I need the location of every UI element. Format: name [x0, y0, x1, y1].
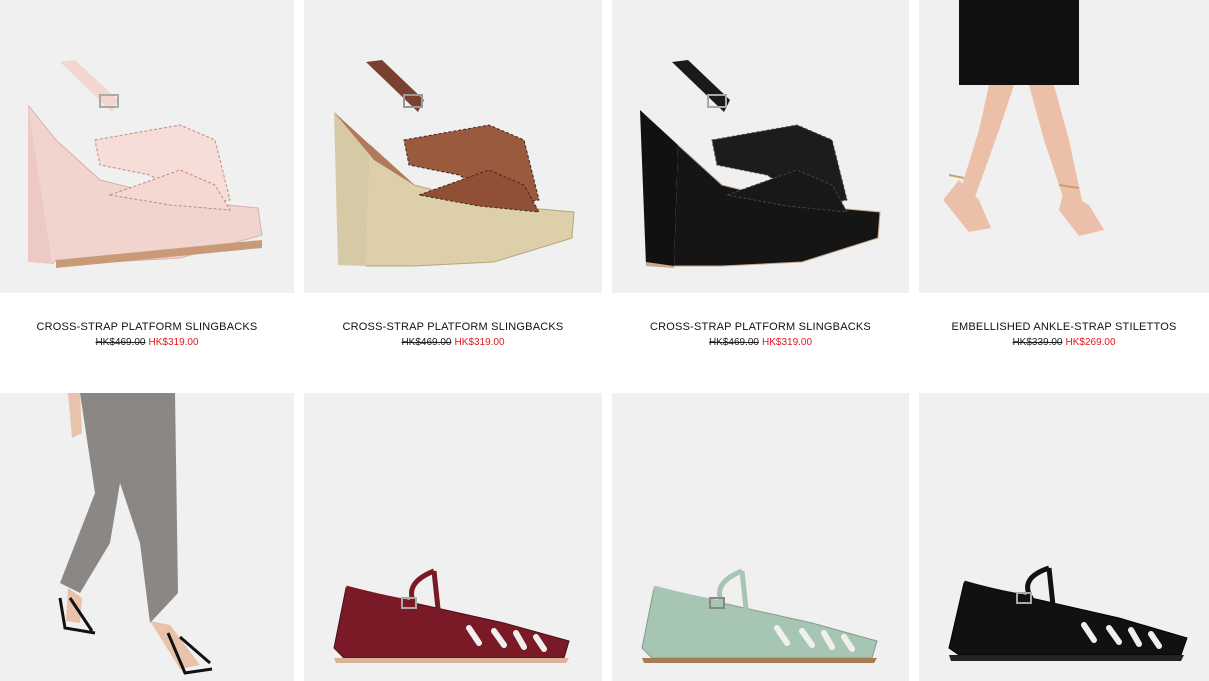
- original-price: HK$469.00: [95, 337, 146, 348]
- black-platform-sandal-image: [640, 60, 881, 268]
- product-card[interactable]: CROSS-STRAP PLATFORM SLINGBACKS HK$469.0…: [0, 0, 294, 381]
- product-image[interactable]: [304, 0, 602, 293]
- original-price: HK$339.00: [1012, 337, 1063, 348]
- product-card[interactable]: [612, 393, 909, 681]
- model-wearing-clear-stilettos-image: [943, 0, 1104, 236]
- product-card[interactable]: CROSS-STRAP PLATFORM SLINGBACKS HK$469.0…: [612, 0, 909, 381]
- product-price: HK$469.00 HK$319.00: [304, 337, 602, 348]
- product-image[interactable]: [919, 0, 1209, 293]
- sale-price: HK$319.00: [762, 337, 813, 348]
- original-price: HK$469.00: [401, 337, 452, 348]
- sale-price: HK$319.00: [148, 337, 199, 348]
- product-title[interactable]: CROSS-STRAP PLATFORM SLINGBACKS: [612, 321, 909, 333]
- product-price: HK$469.00 HK$319.00: [0, 337, 294, 348]
- product-title[interactable]: EMBELLISHED ANKLE-STRAP STILETTOS: [919, 321, 1209, 333]
- blush-pink-platform-sandal-image: [27, 60, 263, 268]
- sale-price: HK$269.00: [1065, 337, 1116, 348]
- product-price: HK$469.00 HK$319.00: [612, 337, 909, 348]
- product-card[interactable]: [919, 393, 1209, 681]
- brown-platform-sandal-image: [334, 60, 575, 267]
- product-image[interactable]: [612, 0, 909, 293]
- product-card[interactable]: [304, 393, 602, 681]
- black-caged-flat-image: [948, 565, 1188, 661]
- burgundy-caged-flat-image: [333, 568, 570, 663]
- product-image[interactable]: [304, 393, 602, 681]
- product-image[interactable]: [612, 393, 909, 681]
- product-title[interactable]: CROSS-STRAP PLATFORM SLINGBACKS: [0, 321, 294, 333]
- product-card[interactable]: [0, 393, 294, 681]
- model-wearing-black-ankle-strap-heels-image: [58, 393, 213, 675]
- product-title[interactable]: CROSS-STRAP PLATFORM SLINGBACKS: [304, 321, 602, 333]
- original-price: HK$469.00: [708, 337, 759, 348]
- product-image[interactable]: [919, 393, 1209, 681]
- product-image[interactable]: [0, 393, 294, 681]
- sale-price: HK$319.00: [454, 337, 505, 348]
- product-card[interactable]: EMBELLISHED ANKLE-STRAP STILETTOS HK$339…: [919, 0, 1209, 381]
- product-price: HK$339.00 HK$269.00: [919, 337, 1209, 348]
- sage-green-caged-flat-image: [641, 568, 878, 663]
- product-image[interactable]: [0, 0, 294, 293]
- product-card[interactable]: CROSS-STRAP PLATFORM SLINGBACKS HK$469.0…: [304, 0, 602, 381]
